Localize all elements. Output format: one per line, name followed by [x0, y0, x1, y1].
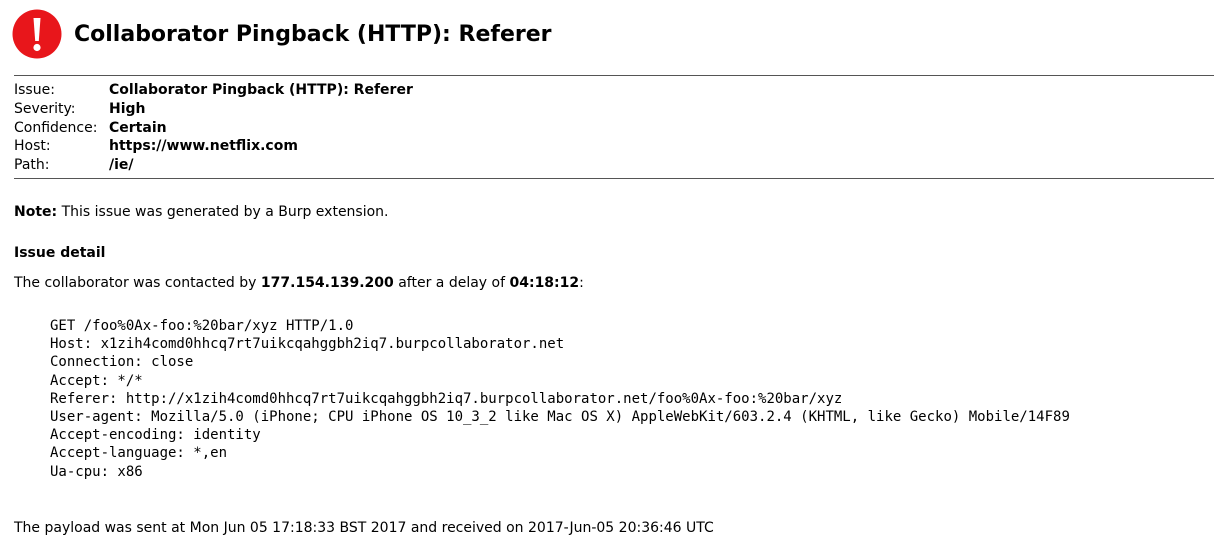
bottom-divider — [14, 178, 1214, 179]
request-header-referer: Referer: http://x1zih4comd0hhcq7rt7uikcq… — [50, 390, 843, 407]
summary-label: Path: — [14, 157, 50, 174]
request-header-accept: Accept: */* — [50, 372, 143, 389]
request-header-accept-language: Accept-language: *,en — [50, 445, 228, 462]
delay-suffix: : — [579, 275, 584, 291]
request-header-user-agent: User-agent: Mozilla/5.0 (iPhone; CPU iPh… — [50, 409, 1070, 426]
summary-label: Host: — [14, 138, 51, 155]
request-line: GET /foo%0Ax-foo:%20bar/xyz HTTP/1.0 — [50, 318, 354, 334]
summary-value: /ie/ — [109, 157, 134, 174]
contact-ip: 177.154.139.200 — [260, 275, 394, 291]
summary-value: https://www.netflix.com — [109, 138, 298, 155]
collaborator-contact-line: The collaborator was contacted by 177.15… — [14, 275, 584, 291]
note-line: Note: This issue was generated by a Burp… — [14, 204, 389, 220]
request-header-connection: Connection: close — [50, 354, 194, 371]
contact-prefix: The collaborator was contacted by — [14, 275, 257, 291]
summary-label: Confidence: — [14, 119, 98, 136]
payload-timing-line: The payload was sent at Mon Jun 05 17:18… — [14, 520, 714, 536]
request-header-ua-cpu: Ua-cpu: x86 — [50, 463, 143, 480]
http-request-block: GET /foo%0Ax-foo:%20bar/xyz HTTP/1.0 Hos… — [50, 317, 1070, 481]
note-label: Note: — [14, 204, 58, 220]
issue-detail-heading: Issue detail — [14, 245, 106, 261]
request-header-accept-encoding: Accept-encoding: identity — [50, 427, 261, 444]
summary-row-host: Host: https://www.netflix.com — [14, 137, 413, 156]
issue-header: Collaborator Pingback (HTTP): Referer — [12, 9, 551, 59]
summary-row-confidence: Confidence: Certain — [14, 119, 413, 138]
delay-value: 04:18:12 — [509, 275, 580, 291]
summary-value: Certain — [109, 119, 167, 136]
summary-row-issue: Issue: Collaborator Pingback (HTTP): Ref… — [14, 81, 413, 100]
issue-summary-table: Issue: Collaborator Pingback (HTTP): Ref… — [14, 81, 413, 175]
summary-row-path: Path: /ie/ — [14, 156, 413, 175]
summary-value: High — [109, 100, 146, 117]
summary-row-severity: Severity: High — [14, 100, 413, 119]
delay-prefix: after a delay of — [398, 275, 506, 291]
summary-label: Issue: — [14, 82, 55, 98]
note-text: This issue was generated by a Burp exten… — [61, 204, 389, 220]
alert-exclamation-icon — [12, 9, 62, 59]
request-header-host: Host: x1zih4comd0hhcq7rt7uikcqahggbh2iq7… — [50, 336, 565, 353]
summary-label: Severity: — [14, 100, 76, 117]
top-divider — [14, 75, 1214, 76]
summary-value: Collaborator Pingback (HTTP): Referer — [109, 82, 413, 98]
issue-title: Collaborator Pingback (HTTP): Referer — [74, 21, 552, 47]
